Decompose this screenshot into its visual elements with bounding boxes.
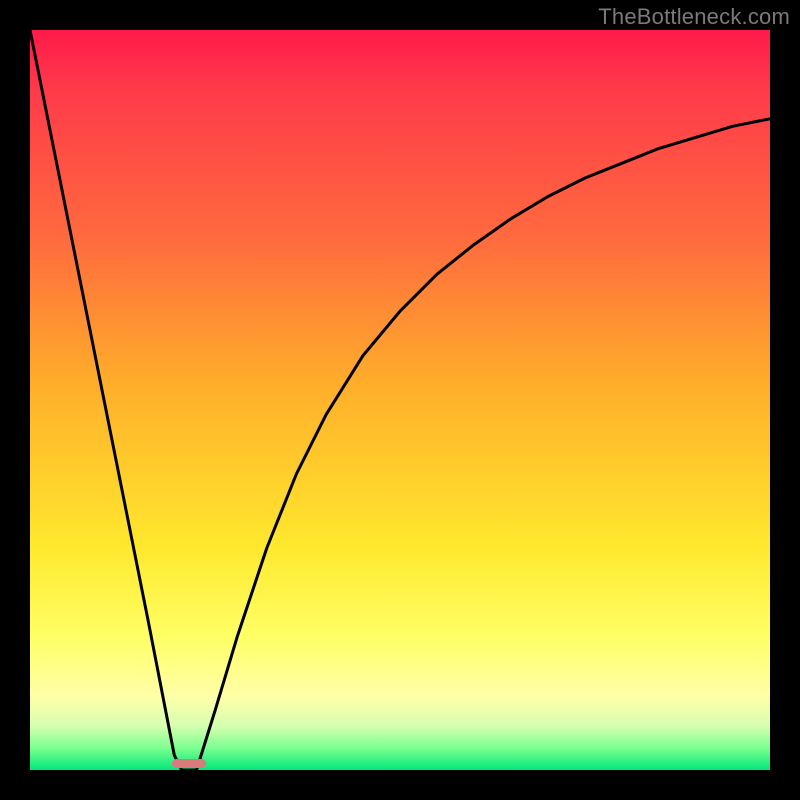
watermark-text: TheBottleneck.com — [598, 4, 790, 30]
plot-area — [30, 30, 770, 770]
curve-path — [30, 30, 770, 770]
curve-svg — [30, 30, 770, 770]
chart-frame: TheBottleneck.com — [0, 0, 800, 800]
min-marker — [172, 759, 205, 768]
